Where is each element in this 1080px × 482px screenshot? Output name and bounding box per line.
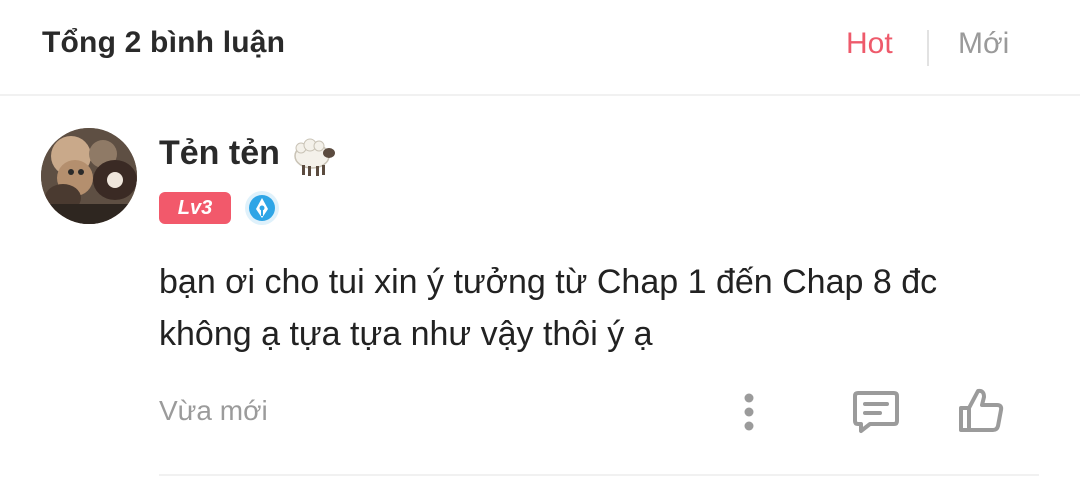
sort-new-tab[interactable]: Mới: [958, 27, 1009, 61]
sort-divider: [927, 30, 929, 66]
like-icon[interactable]: [957, 386, 1005, 434]
avatar[interactable]: [41, 128, 137, 224]
sort-hot-tab[interactable]: Hot: [846, 27, 893, 61]
reply-icon[interactable]: [852, 389, 900, 435]
level-badge: Lv3: [159, 192, 231, 224]
more-icon[interactable]: [734, 390, 764, 434]
comment-text: bạn ơi cho tui xin ý tưởng từ Chap 1 đến…: [159, 263, 938, 353]
avatar-image: [41, 128, 137, 224]
comment-time: Vừa mới: [159, 395, 268, 426]
comments-count-title: Tổng 2 bình luận: [42, 26, 286, 59]
username[interactable]: Tẻn tẻn: [159, 134, 280, 173]
comments-header: Tổng 2 bình luận Hot Mới: [0, 0, 1080, 96]
verified-pen-icon: [245, 191, 279, 225]
comment-divider: [159, 474, 1039, 476]
sheep-icon: [294, 138, 335, 176]
